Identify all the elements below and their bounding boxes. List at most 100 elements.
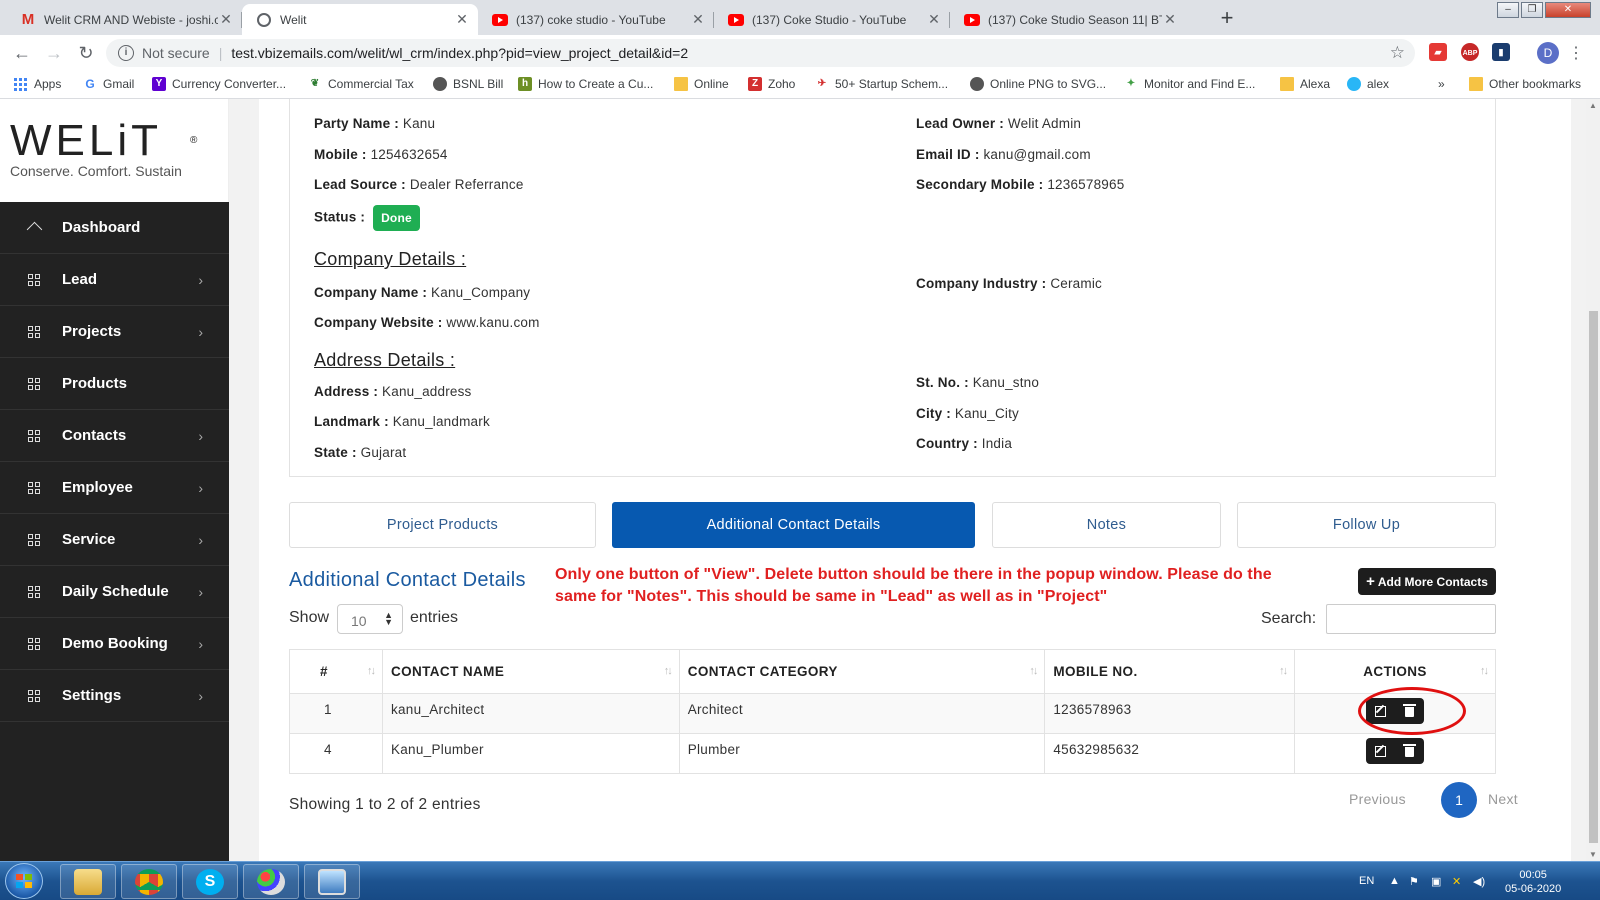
column-header-actions[interactable]: ACTIONS ↑↓ [1294, 649, 1496, 694]
sidebar-item-daily-schedule[interactable]: Daily Schedule › [0, 566, 229, 618]
tab-follow-up[interactable]: Follow Up [1237, 502, 1496, 548]
bookmark-png-svg[interactable]: Online PNG to SVG... [970, 77, 1106, 91]
forward-icon[interactable]: → [42, 41, 66, 65]
new-tab-button[interactable]: + [1214, 6, 1240, 32]
pagination-previous[interactable]: Previous [1349, 791, 1406, 807]
network-icon[interactable]: ▣ [1431, 875, 1441, 888]
folder-icon [1469, 77, 1483, 91]
tray-app-icon[interactable]: ✕ [1452, 875, 1461, 888]
bookmark-alex[interactable]: alex [1347, 77, 1389, 91]
taskbar-explorer[interactable] [60, 864, 116, 899]
bookmark-bsnl[interactable]: BSNL Bill [433, 77, 503, 91]
sidebar-item-demo-booking[interactable]: Demo Booking › [0, 618, 229, 670]
browser-tab-youtube-2[interactable]: (137) Coke Studio - YouTube ✕ [714, 4, 950, 35]
close-tab-icon[interactable]: ✕ [454, 11, 470, 28]
pagination-page-1[interactable]: 1 [1441, 782, 1477, 818]
cell-mobile: 1236578963 [1044, 693, 1296, 734]
tab-notes[interactable]: Notes [992, 502, 1221, 548]
delete-button[interactable] [1395, 738, 1424, 764]
grid-icon [28, 325, 40, 338]
bookmark-label: 50+ Startup Schem... [835, 77, 949, 91]
pagination-next[interactable]: Next [1488, 791, 1518, 807]
column-header-mobile[interactable]: MOBILE NO. ↑↓ [1044, 649, 1296, 694]
logo[interactable]: WELiT ® Conserve. Comfort. Sustain [0, 99, 229, 202]
logo-text: WELiT [10, 116, 162, 165]
reload-icon[interactable]: ↻ [74, 41, 98, 65]
bookmark-alexa[interactable]: Alexa [1280, 77, 1330, 91]
browser-tab-youtube-1[interactable]: (137) coke studio - YouTube ✕ [478, 4, 714, 35]
address-bar[interactable]: i Not secure | test.vbizemails.com/welit… [106, 39, 1415, 67]
bookmark-monitor[interactable]: ✦ Monitor and Find E... [1124, 77, 1256, 91]
scroll-up-icon[interactable]: ▲ [1589, 101, 1597, 110]
chrome-icon [135, 868, 163, 895]
adblock-icon[interactable]: ABP [1461, 43, 1479, 61]
folder-icon [74, 868, 102, 895]
show-hidden-icons[interactable]: ▲ [1389, 875, 1400, 887]
tab-title: (137) Coke Studio Season 11| BTS [988, 12, 1162, 27]
search-input[interactable] [1326, 604, 1496, 634]
bookmarks-overflow[interactable]: » [1438, 77, 1445, 91]
bookmark-how-to[interactable]: h How to Create a Cu... [518, 77, 653, 91]
sidebar-item-contacts[interactable]: Contacts › [0, 410, 229, 462]
menu-kebab-icon[interactable]: ⋮ [1568, 43, 1584, 63]
sidebar-item-projects[interactable]: Projects › [0, 306, 229, 358]
taskbar-photo-viewer[interactable] [304, 864, 360, 899]
sidebar-item-products[interactable]: Products [0, 358, 229, 410]
close-tab-icon[interactable]: ✕ [926, 11, 942, 28]
sidebar-item-employee[interactable]: Employee › [0, 462, 229, 514]
column-header-number[interactable]: # ↑↓ [289, 649, 383, 694]
extension-icon[interactable]: ▰ [1429, 43, 1447, 61]
taskbar-skype[interactable]: S [182, 864, 238, 899]
browser-tab-bar: M Welit CRM AND Webiste - joshi.c ✕ Weli… [0, 0, 1600, 35]
bookmark-currency[interactable]: Y Currency Converter... [152, 77, 286, 91]
sidebar-item-service[interactable]: Service › [0, 514, 229, 566]
sidebar-item-dashboard[interactable]: Dashboard [0, 202, 229, 254]
close-tab-icon[interactable]: ✕ [690, 11, 706, 28]
browser-tab-gmail[interactable]: M Welit CRM AND Webiste - joshi.c ✕ [6, 4, 242, 35]
sidebar-item-label: Lead [62, 271, 98, 288]
taskbar-chrome[interactable] [121, 864, 177, 899]
scrollbar-thumb[interactable] [1589, 311, 1598, 843]
start-button[interactable] [5, 863, 43, 899]
bookmark-label: Online PNG to SVG... [990, 77, 1107, 91]
volume-icon[interactable]: ◀) [1473, 875, 1485, 888]
bookmark-online[interactable]: Online [674, 77, 729, 91]
sidebar-item-lead[interactable]: Lead › [0, 254, 229, 306]
browser-tab-welit[interactable]: Welit ✕ [242, 4, 478, 35]
taskbar-paint[interactable] [243, 864, 299, 899]
maximize-icon[interactable]: ❐ [1521, 2, 1543, 18]
analytics-extension-icon[interactable]: ▮ [1492, 43, 1510, 61]
bookmark-commercial-tax[interactable]: ❦ Commercial Tax [308, 77, 414, 91]
column-header-contact-name[interactable]: CONTACT NAME ↑↓ [381, 649, 680, 694]
bookmark-other[interactable]: Other bookmarks [1469, 77, 1581, 91]
page-scrollbar[interactable]: ▲ ▼ [1586, 99, 1600, 861]
bookmark-gmail[interactable]: G Gmail [83, 77, 134, 91]
company-details-heading: Company Details : [314, 249, 467, 269]
minimize-icon[interactable]: – [1497, 2, 1519, 18]
entries-select[interactable]: 10 ▲ ▼ [337, 604, 403, 634]
field-label: St. No. : [916, 375, 969, 390]
browser-tab-youtube-3[interactable]: (137) Coke Studio Season 11| BTS ✕ [950, 4, 1186, 35]
close-window-icon[interactable]: ✕ [1545, 2, 1591, 18]
apps-grid-icon [14, 77, 27, 91]
taskbar-clock[interactable]: 00:05 05-06-2020 [1505, 868, 1561, 896]
action-center-flag-icon[interactable]: ⚑ [1409, 875, 1419, 888]
sidebar-item-settings[interactable]: Settings › [0, 670, 229, 722]
edit-button[interactable] [1366, 738, 1395, 764]
tab-title: (137) Coke Studio - YouTube [752, 12, 907, 27]
add-more-contacts-button[interactable]: + Add More Contacts [1358, 568, 1496, 595]
info-icon[interactable]: i [118, 45, 134, 61]
close-tab-icon[interactable]: ✕ [218, 11, 234, 28]
tab-project-products[interactable]: Project Products [289, 502, 596, 548]
back-icon[interactable]: ← [10, 41, 34, 65]
column-header-contact-category[interactable]: CONTACT CATEGORY ↑↓ [678, 649, 1046, 694]
close-tab-icon[interactable]: ✕ [1162, 11, 1178, 28]
scroll-down-icon[interactable]: ▼ [1589, 850, 1597, 859]
bookmark-star-icon[interactable]: ☆ [1390, 43, 1405, 63]
profile-avatar[interactable]: D [1537, 42, 1559, 64]
bookmark-apps[interactable]: Apps [14, 77, 61, 91]
bookmark-zoho[interactable]: Z Zoho [748, 77, 795, 91]
tab-additional-contact-details[interactable]: Additional Contact Details [612, 502, 975, 548]
bookmark-startup[interactable]: ✈ 50+ Startup Schem... [815, 77, 948, 91]
language-indicator[interactable]: EN [1359, 875, 1374, 887]
